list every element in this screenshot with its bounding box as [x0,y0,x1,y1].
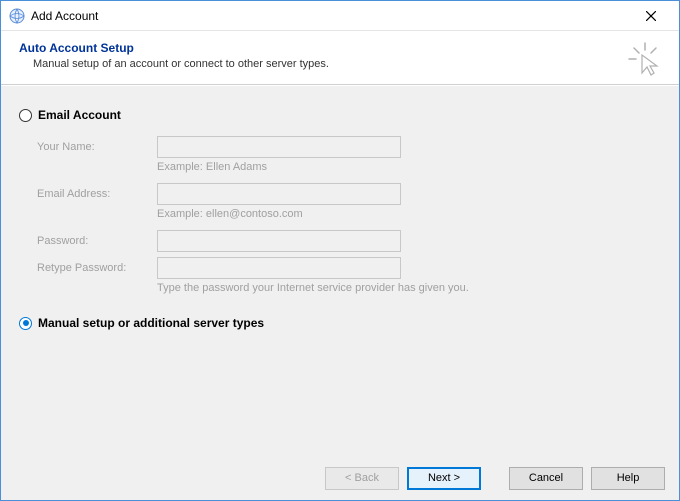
help-button[interactable]: Help [591,467,665,490]
header-subtitle: Manual setup of an account or connect to… [19,58,661,70]
close-button[interactable] [631,2,671,30]
retype-password-input [157,257,401,279]
next-button[interactable]: Next > [407,467,481,490]
wizard-footer: < Back Next > Cancel Help [1,456,679,500]
header-title: Auto Account Setup [19,41,661,55]
radio-label: Manual setup or additional server types [38,316,264,330]
retype-password-label: Retype Password: [37,262,157,274]
email-input [157,183,401,205]
your-name-hint: Example: Ellen Adams [37,161,661,173]
globe-icon [9,8,25,24]
radio-icon [19,317,32,330]
wizard-content: Email Account Your Name: Example: Ellen … [1,85,679,456]
radio-manual-setup[interactable]: Manual setup or additional server types [19,316,661,330]
password-input [157,230,401,252]
email-account-form: Your Name: Example: Ellen Adams Email Ad… [19,130,661,316]
titlebar: Add Account [1,1,679,31]
email-hint: Example: ellen@contoso.com [37,208,661,220]
wizard-header: Auto Account Setup Manual setup of an ac… [1,31,679,85]
cancel-button[interactable]: Cancel [509,467,583,490]
window-title: Add Account [31,9,631,23]
your-name-label: Your Name: [37,141,157,153]
email-label: Email Address: [37,188,157,200]
cursor-icon [627,41,663,77]
radio-icon [19,109,32,122]
password-hint: Type the password your Internet service … [37,282,661,294]
your-name-input [157,136,401,158]
radio-label: Email Account [38,108,121,122]
radio-email-account[interactable]: Email Account [19,108,661,122]
add-account-window: Add Account Auto Account Setup Manual se… [0,0,680,501]
back-button: < Back [325,467,399,490]
password-label: Password: [37,235,157,247]
